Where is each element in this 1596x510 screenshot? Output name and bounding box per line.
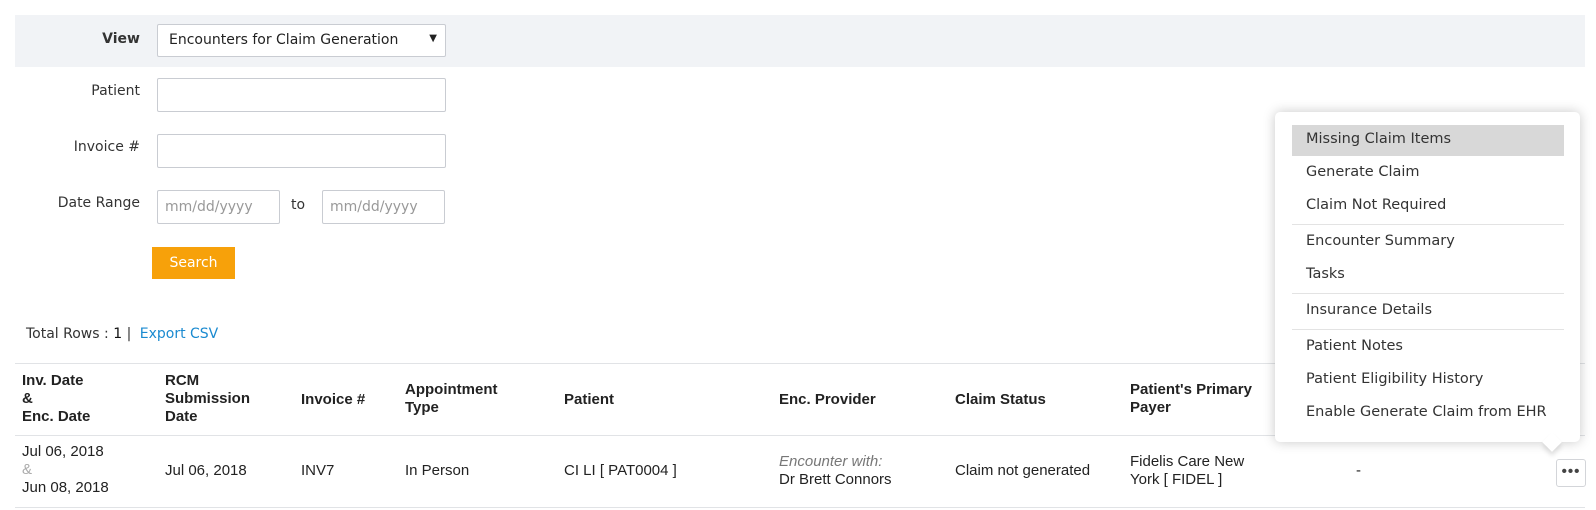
header-invoice[interactable]: Invoice # bbox=[301, 391, 365, 409]
header-primary-payer[interactable]: Patient's Primary Payer bbox=[1130, 381, 1252, 417]
cell-inv-date: Jul 06, 2018 bbox=[22, 443, 104, 460]
menu-item-claim-not-required[interactable]: Claim Not Required bbox=[1292, 191, 1564, 222]
cell-inv-enc-date: Jul 06, 2018 & Jun 08, 2018 bbox=[22, 443, 109, 497]
menu-item-patient-notes[interactable]: Patient Notes bbox=[1292, 332, 1564, 363]
menu-item-encounter-summary[interactable]: Encounter Summary bbox=[1292, 227, 1564, 258]
search-button[interactable]: Search bbox=[152, 247, 235, 279]
cell-primary-payer: Fidelis Care New York [ FIDEL ] bbox=[1130, 453, 1244, 489]
header-rcm-date[interactable]: RCM Submission Date bbox=[165, 372, 250, 426]
menu-item-missing-claim-items[interactable]: Missing Claim Items bbox=[1292, 125, 1564, 156]
cell-provider-name: Dr Brett Connors bbox=[779, 471, 892, 488]
dropdown-arrow bbox=[1542, 432, 1562, 452]
header-patient[interactable]: Patient bbox=[564, 391, 614, 409]
header-inv-date-line3: Enc. Date bbox=[22, 408, 91, 425]
table-bottom-divider bbox=[15, 507, 1585, 508]
menu-item-enable-generate-claim[interactable]: Enable Generate Claim from EHR bbox=[1292, 398, 1564, 429]
more-horizontal-icon[interactable]: ••• bbox=[1556, 459, 1586, 487]
patient-input[interactable] bbox=[157, 78, 446, 112]
date-range-label: Date Range bbox=[57, 195, 140, 211]
menu-divider bbox=[1292, 224, 1564, 225]
header-rcm-line2: Submission bbox=[165, 390, 251, 407]
total-rows-label: Total Rows : bbox=[26, 326, 109, 342]
export-csv-link[interactable]: Export CSV bbox=[140, 326, 219, 342]
header-rcm-line1: RCM bbox=[165, 372, 200, 389]
patient-label: Patient bbox=[91, 83, 140, 99]
invoice-input[interactable] bbox=[157, 134, 446, 168]
caret-down-icon: ▼ bbox=[429, 33, 437, 44]
cell-date-amp: & bbox=[22, 461, 33, 478]
cell-patient: CI LI [ PAT0004 ] bbox=[564, 462, 677, 479]
header-appt-type[interactable]: Appointment Type bbox=[405, 381, 497, 417]
header-inv-date[interactable]: Inv. Date & Enc. Date bbox=[22, 372, 90, 426]
cell-invoice: INV7 bbox=[301, 462, 335, 479]
cell-appt-type: In Person bbox=[405, 462, 470, 479]
cell-enc-provider: Encounter with: Dr Brett Connors bbox=[779, 453, 892, 489]
header-payer-line2: Payer bbox=[1130, 399, 1171, 416]
invoice-label: Invoice # bbox=[73, 139, 140, 155]
date-to-input[interactable]: mm/dd/yyyy bbox=[322, 190, 445, 224]
header-rcm-line3: Date bbox=[165, 408, 198, 425]
view-label: View bbox=[102, 31, 140, 47]
cell-enc-with: Encounter with: bbox=[779, 453, 883, 470]
total-rows-value: 1 bbox=[113, 326, 123, 342]
view-select-value: Encounters for Claim Generation bbox=[169, 32, 399, 48]
menu-divider bbox=[1292, 293, 1564, 294]
date-to-label: to bbox=[291, 197, 306, 213]
menu-item-insurance-details[interactable]: Insurance Details bbox=[1292, 296, 1564, 327]
cell-extra: - bbox=[1356, 462, 1361, 479]
cell-rcm-date: Jul 06, 2018 bbox=[165, 462, 247, 479]
header-inv-date-line2: & bbox=[22, 390, 33, 407]
view-select[interactable]: Encounters for Claim Generation ▼ bbox=[157, 24, 446, 57]
menu-item-generate-claim[interactable]: Generate Claim bbox=[1292, 158, 1564, 189]
actions-dropdown-menu: Missing Claim Items Generate Claim Claim… bbox=[1275, 112, 1580, 452]
total-rows: Total Rows : 1 | Export CSV bbox=[26, 326, 218, 342]
summary-separator: | bbox=[126, 326, 132, 342]
header-payer-line1: Patient's Primary bbox=[1130, 381, 1252, 398]
header-appt-line1: Appointment bbox=[405, 381, 498, 398]
cell-payer-line1: Fidelis Care New bbox=[1130, 453, 1245, 470]
cell-claim-status: Claim not generated bbox=[955, 462, 1091, 479]
menu-item-tasks[interactable]: Tasks bbox=[1292, 260, 1564, 291]
header-appt-line2: Type bbox=[405, 399, 439, 416]
header-inv-date-line1: Inv. Date bbox=[22, 372, 84, 389]
date-from-input[interactable]: mm/dd/yyyy bbox=[157, 190, 280, 224]
menu-item-patient-eligibility-history[interactable]: Patient Eligibility History bbox=[1292, 365, 1564, 396]
menu-divider bbox=[1292, 329, 1564, 330]
header-claim-status[interactable]: Claim Status bbox=[955, 391, 1046, 409]
header-enc-provider[interactable]: Enc. Provider bbox=[779, 391, 876, 409]
cell-enc-date: Jun 08, 2018 bbox=[22, 479, 109, 496]
cell-payer-line2: York [ FIDEL ] bbox=[1130, 471, 1223, 488]
